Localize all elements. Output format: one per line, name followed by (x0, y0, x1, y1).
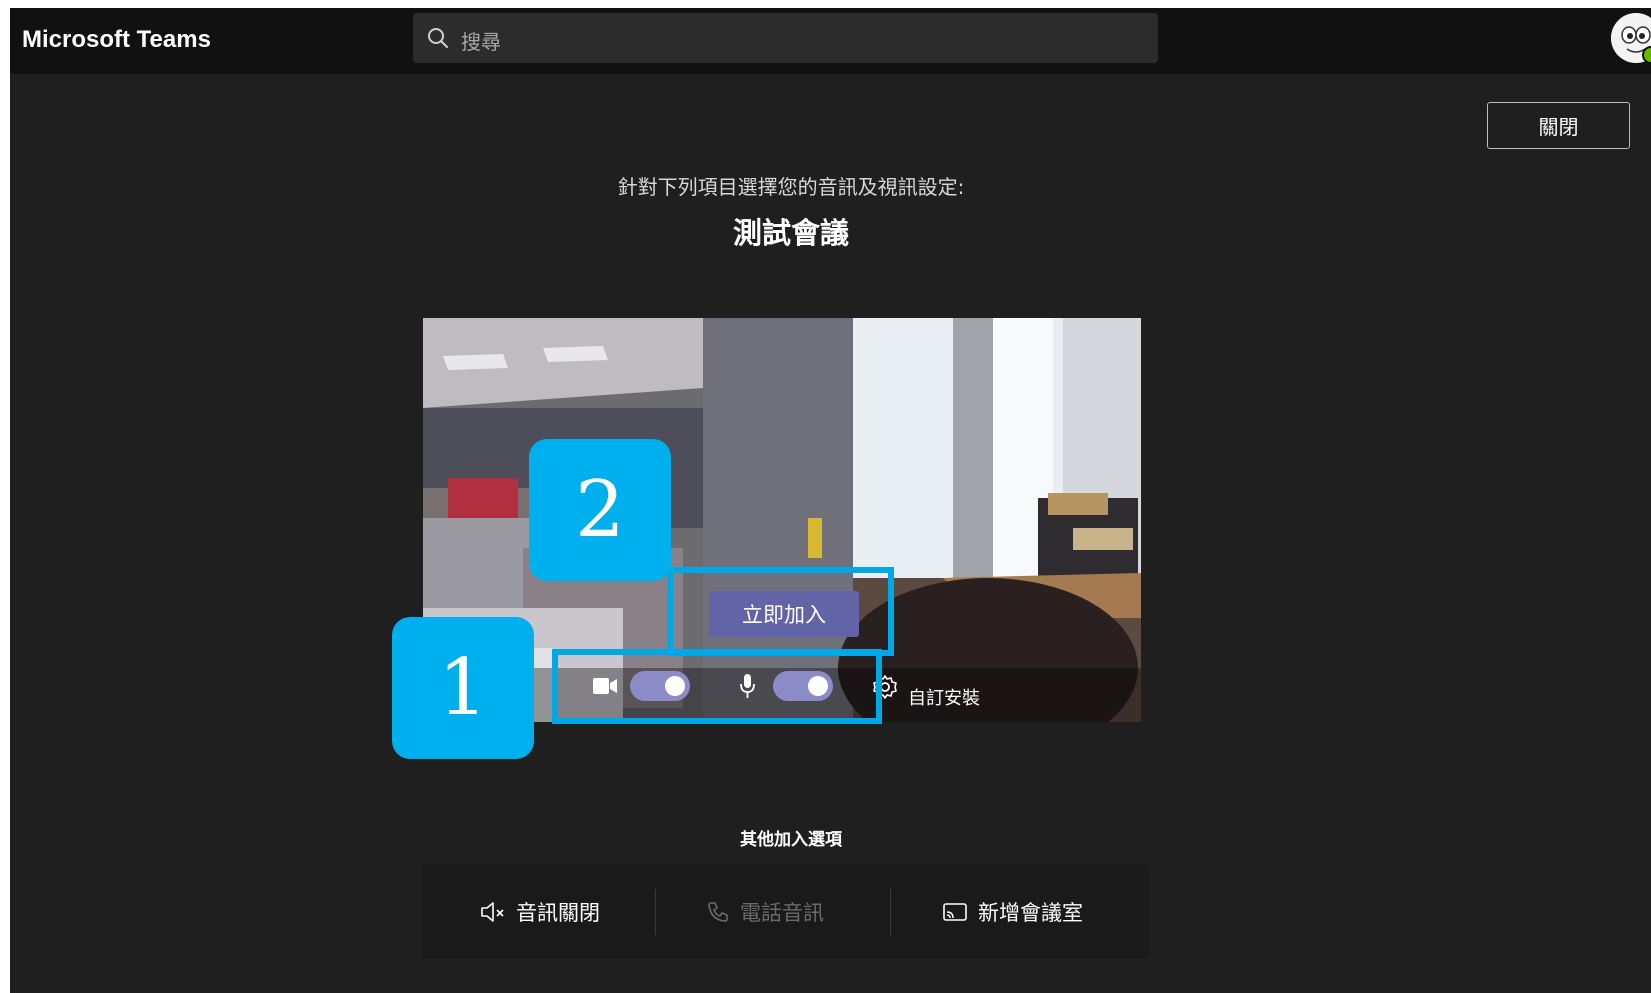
divider (655, 889, 656, 935)
phone-audio-label: 電話音訊 (740, 900, 824, 925)
callout-number-1: 1 (392, 617, 534, 759)
audio-off-option[interactable]: 音訊關閉 (480, 865, 600, 958)
join-button-highlight (667, 567, 894, 656)
phone-icon (708, 901, 728, 922)
av-toggles-highlight (552, 649, 882, 724)
cast-icon (943, 902, 967, 921)
callout-number-2: 2 (529, 439, 671, 581)
top-bar: Microsoft Teams 搜尋 (10, 8, 1651, 74)
add-room-option[interactable]: 新增會議室 (942, 865, 1083, 958)
custom-setup-link[interactable]: 自訂安裝 (908, 684, 980, 710)
search-box[interactable]: 搜尋 (413, 13, 1158, 63)
divider (890, 889, 891, 935)
speaker-off-icon (481, 901, 504, 922)
add-room-label: 新增會議室 (978, 900, 1083, 925)
meeting-title: 測試會議 (732, 216, 849, 250)
other-join-options-title: 其他加入選項 (740, 830, 842, 850)
close-button[interactable]: 關閉 (1487, 102, 1630, 149)
search-icon (428, 28, 448, 48)
search-input[interactable]: 搜尋 (461, 26, 501, 55)
phone-audio-option: 電話音訊 (706, 865, 824, 958)
setup-instructions: 針對下列項目選擇您的音訊及視訊設定: (617, 175, 965, 199)
teams-window: Microsoft Teams 搜尋 關閉 針對下列項目選擇您的音訊及視訊設定:… (10, 8, 1651, 993)
app-title: Microsoft Teams (22, 26, 211, 53)
other-join-options-bar: 音訊關閉 電話音訊 新增會議室 (422, 865, 1149, 958)
audio-off-label: 音訊關閉 (516, 900, 600, 925)
